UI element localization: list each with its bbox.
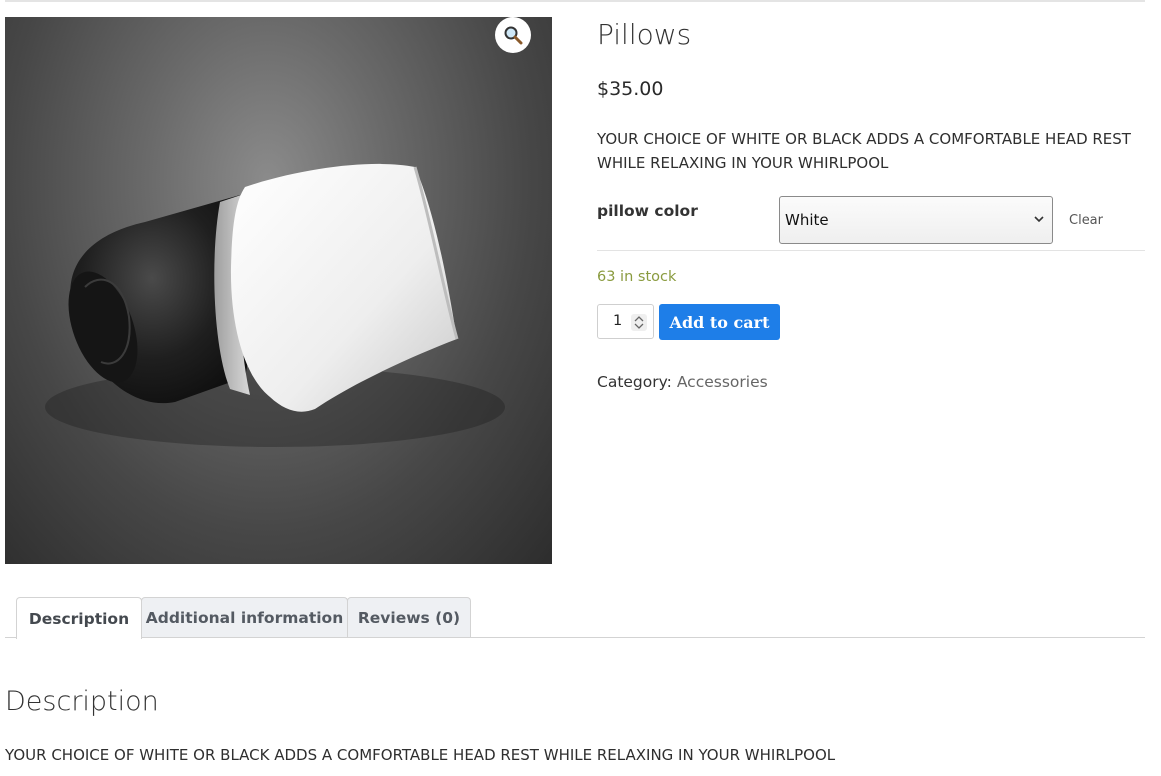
- product-title: Pillows: [597, 18, 692, 51]
- spinner-arrows-icon[interactable]: [631, 314, 647, 331]
- product-short-description: YOUR CHOICE OF WHITE OR BLACK ADDS A COM…: [597, 130, 1131, 172]
- tab-additional-information[interactable]: Additional information: [141, 597, 348, 637]
- quantity-value: 1: [613, 313, 623, 329]
- product-image[interactable]: [5, 17, 552, 564]
- description-heading: Description: [5, 686, 159, 717]
- product-meta: Category: Accessories: [597, 373, 768, 391]
- pillow-illustration: [45, 163, 505, 447]
- header-divider: [5, 0, 1145, 2]
- chevron-down-icon: [1034, 216, 1044, 223]
- pillow-color-selected: White: [785, 211, 829, 229]
- zoom-button[interactable]: [495, 17, 531, 53]
- pillow-color-select[interactable]: White: [779, 196, 1053, 244]
- reset-variations-link[interactable]: Clear: [1069, 213, 1103, 228]
- tabs-divider: [5, 637, 1145, 638]
- description-text: YOUR CHOICE OF WHITE OR BLACK ADDS A COM…: [5, 746, 836, 764]
- product-price: $35.00: [597, 78, 664, 100]
- magnifier-icon: [504, 26, 523, 45]
- add-to-cart-button[interactable]: Add to cart: [659, 304, 780, 340]
- tab-reviews[interactable]: Reviews (0): [347, 597, 471, 637]
- variation-label: pillow color: [597, 202, 698, 220]
- tab-description[interactable]: Description: [16, 597, 142, 639]
- quantity-stepper[interactable]: 1: [597, 304, 654, 339]
- stock-status: 63 in stock: [597, 269, 677, 285]
- category-label: Category:: [597, 373, 672, 391]
- variations-table: pillow color White Clear: [597, 196, 1145, 251]
- category-link[interactable]: Accessories: [677, 373, 768, 391]
